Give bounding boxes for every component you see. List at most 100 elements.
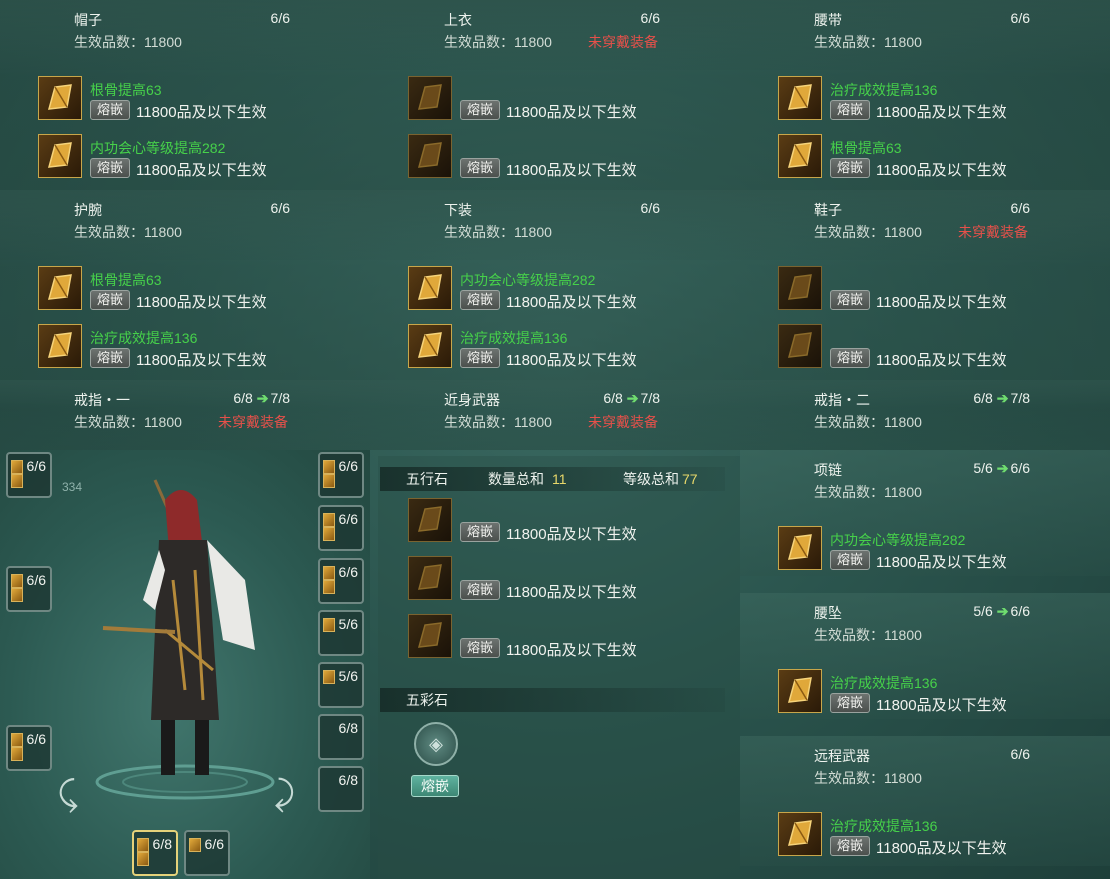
equip-slot-right-7[interactable]: 6/8 bbox=[318, 766, 364, 812]
inlay-button[interactable]: 熔嵌 bbox=[460, 100, 500, 120]
gem-slot[interactable]: 根骨提高63 熔嵌 11800品及以下生效 bbox=[38, 76, 368, 124]
gem-icon[interactable] bbox=[778, 76, 822, 120]
upgrade-arrow-icon: ➔ bbox=[996, 460, 1009, 476]
inlay-button[interactable]: 熔嵌 bbox=[460, 348, 500, 368]
equip-slot-left-2[interactable]: 6/6 bbox=[6, 566, 52, 612]
wucai-stone-icon[interactable]: ◈ bbox=[414, 722, 458, 766]
inlay-button[interactable]: 熔嵌 bbox=[90, 290, 130, 310]
inlay-button[interactable]: 熔嵌 bbox=[90, 100, 130, 120]
wuxing-slot[interactable]: 熔嵌 11800品及以下生效 bbox=[408, 556, 738, 604]
equip-slot-right-1[interactable]: 6/6 bbox=[318, 452, 364, 498]
gem-slot[interactable]: 熔嵌 11800品及以下生效 bbox=[408, 76, 738, 124]
gem-name: 治疗成效提高136 bbox=[460, 330, 568, 346]
wuxing-slot[interactable]: 熔嵌 11800品及以下生效 bbox=[408, 498, 738, 546]
empty-gem-icon[interactable] bbox=[778, 266, 822, 310]
inlay-button[interactable]: 熔嵌 bbox=[460, 522, 500, 542]
empty-gem-icon[interactable] bbox=[408, 76, 452, 120]
gem-slot[interactable]: 治疗成效提高136 熔嵌 11800品及以下生效 bbox=[778, 812, 1108, 860]
inlay-button[interactable]: 熔嵌 bbox=[830, 100, 870, 120]
gem-icon[interactable] bbox=[778, 134, 822, 178]
empty-gem-icon[interactable] bbox=[408, 134, 452, 178]
slot-count: 6/6 bbox=[26, 572, 46, 588]
gem-slot[interactable]: 内功会心等级提高282 熔嵌 11800品及以下生效 bbox=[408, 266, 738, 314]
gem-slot[interactable]: 治疗成效提高136 熔嵌 11800品及以下生效 bbox=[778, 669, 1108, 717]
equip-slot-right-3[interactable]: 6/6 bbox=[318, 558, 364, 604]
inlay-button[interactable]: 熔嵌 bbox=[830, 348, 870, 368]
gem-slot[interactable]: 熔嵌 11800品及以下生效 bbox=[778, 266, 1108, 314]
empty-gem-icon[interactable] bbox=[408, 556, 452, 600]
gem-slot[interactable]: 内功会心等级提高282 熔嵌 11800品及以下生效 bbox=[778, 526, 1108, 574]
gem-icon[interactable] bbox=[778, 526, 822, 570]
inlay-button[interactable]: 熔嵌 bbox=[830, 158, 870, 178]
equip-slot-right-2[interactable]: 6/6 bbox=[318, 505, 364, 551]
equip-slot-right-6[interactable]: 6/8 bbox=[318, 714, 364, 760]
inlay-button[interactable]: 熔嵌 bbox=[830, 693, 870, 713]
gem-slot[interactable]: 根骨提高63 熔嵌 11800品及以下生效 bbox=[778, 134, 1108, 182]
gem-icon[interactable] bbox=[778, 812, 822, 856]
inlay-button[interactable]: 熔嵌 bbox=[90, 158, 130, 178]
equip-slot-right-5[interactable]: 5/6 bbox=[318, 662, 364, 708]
gem-icon[interactable] bbox=[38, 324, 82, 368]
gem-effect-text: 11800品及以下生效 bbox=[136, 104, 267, 121]
gem-slot[interactable]: 内功会心等级提高282 熔嵌 11800品及以下生效 bbox=[38, 134, 368, 182]
gem-slot[interactable]: 熔嵌 11800品及以下生效 bbox=[778, 324, 1108, 372]
panel-count: 6/6 bbox=[640, 10, 660, 26]
slot-count: 6/6 bbox=[338, 564, 358, 580]
equip-slot-left-1[interactable]: 6/6 bbox=[6, 452, 52, 498]
inlay-button[interactable]: 熔嵌 bbox=[830, 550, 870, 570]
wuxing-slot[interactable]: 熔嵌 11800品及以下生效 bbox=[408, 614, 738, 662]
gem-slot[interactable]: 熔嵌 11800品及以下生效 bbox=[408, 134, 738, 182]
gem-effect-text: 11800品及以下生效 bbox=[876, 294, 1007, 311]
gem-mini-icon bbox=[323, 618, 335, 632]
wucai-inlay-button[interactable]: 熔嵌 bbox=[411, 775, 459, 797]
gem-icon[interactable] bbox=[38, 266, 82, 310]
inlay-button[interactable]: 熔嵌 bbox=[830, 290, 870, 310]
character-model[interactable] bbox=[95, 470, 275, 800]
equip-slot-bottom-1[interactable]: 6/8 bbox=[132, 830, 178, 876]
gem-slot[interactable]: 治疗成效提高136 熔嵌 11800品及以下生效 bbox=[408, 324, 738, 372]
equip-slot-bottom-2[interactable]: 6/6 bbox=[184, 830, 230, 876]
gem-effect-text: 11800品及以下生效 bbox=[506, 526, 637, 543]
gem-mini-icon bbox=[323, 527, 335, 541]
gem-name: 内功会心等级提高282 bbox=[830, 532, 966, 548]
empty-gem-icon[interactable] bbox=[408, 498, 452, 542]
equip-panel-ring-2: 戒指・二 6/8 ➔ 7/8 生效品数：11800 bbox=[740, 380, 1110, 450]
rotate-right-icon[interactable]: ⤸ bbox=[274, 775, 294, 814]
gem-effect-text: 11800品及以下生效 bbox=[506, 352, 637, 369]
inlay-button[interactable]: 熔嵌 bbox=[460, 638, 500, 658]
slot-count: 6/6 bbox=[204, 836, 224, 852]
gem-icon[interactable] bbox=[38, 134, 82, 178]
gem-icon[interactable] bbox=[38, 76, 82, 120]
panel-quality: 生效品数：11800 bbox=[814, 484, 922, 500]
equip-slot-left-3[interactable]: 6/6 bbox=[6, 725, 52, 771]
gem-icon[interactable] bbox=[408, 266, 452, 310]
upgrade-arrow-icon: ➔ bbox=[996, 603, 1009, 619]
panel-count: 6/6 bbox=[1010, 10, 1030, 26]
gem-effect-text: 11800品及以下生效 bbox=[876, 162, 1007, 179]
gem-slot[interactable]: 治疗成效提高136 熔嵌 11800品及以下生效 bbox=[778, 76, 1108, 124]
panel-quality: 生效品数：11800 bbox=[444, 34, 552, 50]
inlay-button[interactable]: 熔嵌 bbox=[460, 580, 500, 600]
gem-mini-icon bbox=[323, 513, 335, 527]
equip-panel-shoes: 鞋子 6/6 生效品数：11800 未穿戴装备 熔嵌 11800品及以下生效 熔… bbox=[740, 190, 1110, 380]
rotate-left-icon[interactable]: ⤹ bbox=[58, 775, 78, 814]
gem-slot[interactable]: 根骨提高63 熔嵌 11800品及以下生效 bbox=[38, 266, 368, 314]
gem-slot[interactable]: 治疗成效提高136 熔嵌 11800品及以下生效 bbox=[38, 324, 368, 372]
empty-gem-icon[interactable] bbox=[408, 614, 452, 658]
inlay-button[interactable]: 熔嵌 bbox=[460, 290, 500, 310]
inlay-button[interactable]: 熔嵌 bbox=[830, 836, 870, 856]
equip-panel-necklace: 项链 5/6 ➔ 6/6 生效品数：11800 内功会心等级提高282 熔嵌 118… bbox=[740, 450, 1110, 576]
inlay-button[interactable]: 熔嵌 bbox=[460, 158, 500, 178]
equip-slot-right-4[interactable]: 5/6 bbox=[318, 610, 364, 656]
gem-effect-text: 11800品及以下生效 bbox=[506, 642, 637, 659]
gem-name: 根骨提高63 bbox=[90, 82, 162, 98]
gem-icon[interactable] bbox=[778, 669, 822, 713]
panel-count: 6/6 bbox=[640, 200, 660, 216]
empty-gem-icon[interactable] bbox=[778, 324, 822, 368]
panel-title: 戒指・一 bbox=[74, 392, 130, 408]
inlay-button[interactable]: 熔嵌 bbox=[90, 348, 130, 368]
gem-mini-icon bbox=[189, 838, 201, 852]
gem-icon[interactable] bbox=[408, 324, 452, 368]
gem-effect-text: 11800品及以下生效 bbox=[136, 352, 267, 369]
wuxing-lvl: 77 bbox=[682, 471, 698, 487]
